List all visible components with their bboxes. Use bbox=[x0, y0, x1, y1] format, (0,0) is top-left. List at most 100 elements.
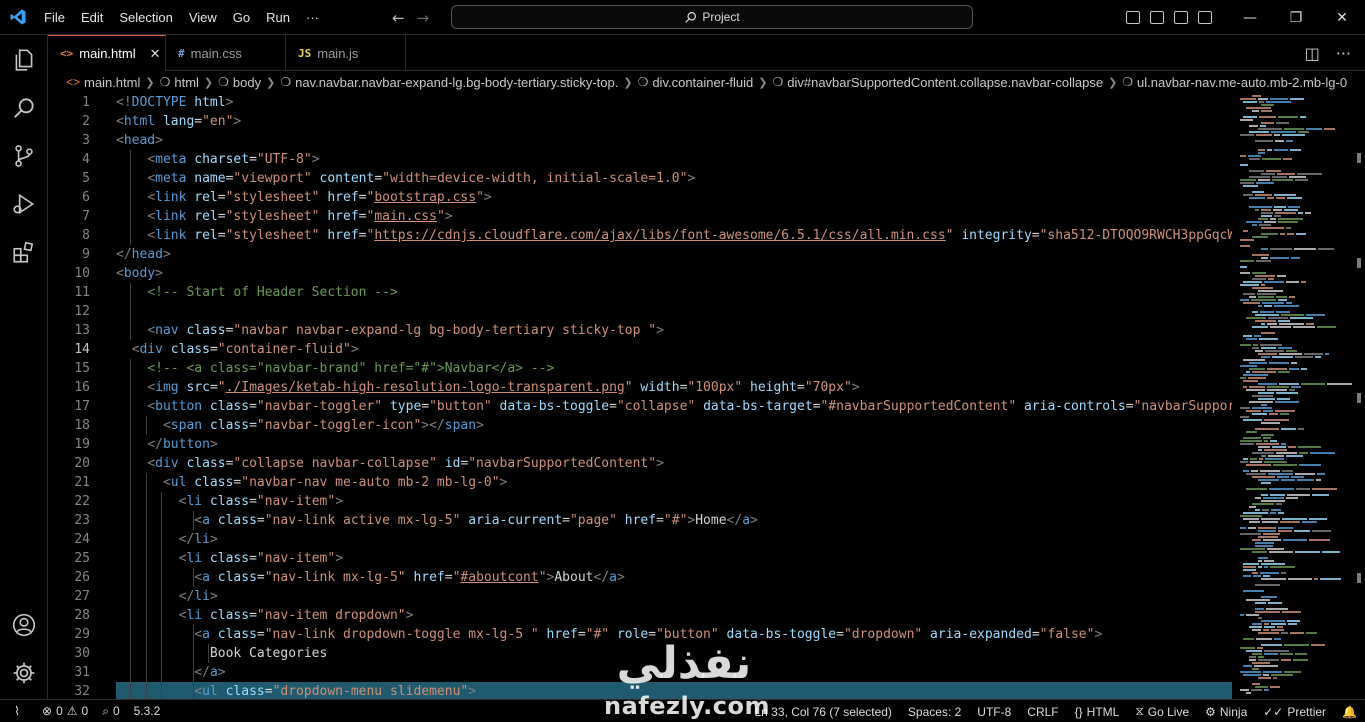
customize-layout-icon[interactable] bbox=[1198, 11, 1212, 24]
encoding[interactable]: UTF-8 bbox=[977, 705, 1011, 719]
cursor-position[interactable]: Ln 33, Col 76 (7 selected) bbox=[755, 705, 892, 719]
explorer-icon[interactable] bbox=[0, 36, 48, 84]
end-of-line[interactable]: CRLF bbox=[1027, 705, 1058, 719]
menu-go[interactable]: Go bbox=[225, 0, 258, 35]
code-line[interactable]: </li> bbox=[116, 587, 1232, 606]
minimap-line bbox=[1283, 539, 1307, 541]
accounts-icon[interactable] bbox=[0, 601, 48, 649]
line-number: 17 bbox=[74, 399, 90, 414]
code-line[interactable]: <!-- <a class="navbar-brand" href="#">Na… bbox=[116, 359, 1232, 378]
code-line[interactable]: <li class="nav-item"> bbox=[116, 492, 1232, 511]
run-debug-icon[interactable] bbox=[0, 180, 48, 228]
code-line[interactable]: Book Categories bbox=[116, 644, 1232, 663]
code-line[interactable]: </a> bbox=[116, 663, 1232, 682]
close-window-icon[interactable]: ✕ bbox=[1319, 0, 1365, 35]
toggle-primary-sidebar-icon[interactable] bbox=[1126, 11, 1140, 24]
code-line[interactable]: <a class="nav-link dropdown-toggle mx-lg… bbox=[116, 625, 1232, 644]
minimap[interactable] bbox=[1232, 93, 1365, 699]
minimap-line bbox=[1258, 128, 1282, 130]
indent-guide bbox=[161, 663, 163, 682]
breadcrumb-collapse[interactable]: ❍ div#navbarSupportedContent.collapse.nav… bbox=[772, 75, 1103, 90]
code-line[interactable]: <a class="nav-link mx-lg-5" href="#about… bbox=[116, 568, 1232, 587]
go-live-button[interactable]: ⧖ Go Live bbox=[1135, 704, 1189, 719]
toggle-panel-icon[interactable] bbox=[1150, 11, 1164, 24]
ports-status[interactable]: ⌕ 0 bbox=[102, 704, 119, 719]
version-status[interactable]: 5.3.2 bbox=[134, 704, 161, 718]
minimap-line bbox=[1306, 128, 1322, 130]
minimap-line bbox=[1261, 455, 1266, 457]
ninja-status[interactable]: ⚙ Ninja bbox=[1205, 705, 1247, 719]
code-line[interactable]: <li class="nav-item"> bbox=[116, 549, 1232, 568]
code-area[interactable]: <!DOCTYPE html> <html lang="en"> <head> <m… bbox=[116, 93, 1232, 699]
code-line[interactable]: <ul class="dropdown-menu slidemenu"> bbox=[116, 682, 1232, 699]
close-icon[interactable]: ✕ bbox=[150, 46, 161, 62]
menu-run[interactable]: Run bbox=[258, 0, 298, 35]
settings-gear-icon[interactable] bbox=[0, 649, 48, 697]
menu-edit[interactable]: Edit bbox=[73, 0, 111, 35]
code-line[interactable]: <span class="navbar-toggler-icon"></span… bbox=[116, 416, 1232, 435]
breadcrumb-container[interactable]: ❍ div.container-fluid bbox=[638, 75, 754, 90]
back-arrow-icon[interactable]: ← bbox=[392, 9, 405, 27]
toggle-secondary-sidebar-icon[interactable] bbox=[1174, 11, 1188, 24]
source-control-icon[interactable] bbox=[0, 132, 48, 180]
code-line[interactable] bbox=[116, 302, 1232, 321]
code-line[interactable]: <div class="collapse navbar-collapse" id… bbox=[116, 454, 1232, 473]
code-editor[interactable]: 1 2 3 4 5 6 7 8 9 10 11 12 13 14 15 16 17 18 19 20 21 22 23 24 2… bbox=[48, 93, 1232, 699]
breadcrumb-ul[interactable]: ❍ ul.navbar-nav.me-auto.mb-2.mb-lg-0 bbox=[1122, 75, 1347, 90]
code-line[interactable]: <ul class="navbar-nav me-auto mb-2 mb-lg… bbox=[116, 473, 1232, 492]
code-line[interactable]: </head> bbox=[116, 245, 1232, 264]
code-line[interactable]: <link rel="stylesheet" href="main.css"> bbox=[116, 207, 1232, 226]
menu-selection[interactable]: Selection bbox=[111, 0, 180, 35]
indent-guide bbox=[145, 568, 147, 587]
more-actions-icon[interactable]: ··· bbox=[1336, 44, 1351, 63]
menu-view[interactable]: View bbox=[181, 0, 225, 35]
prettier-status[interactable]: ✓✓ Prettier bbox=[1263, 705, 1326, 719]
remote-icon[interactable]: ⌇ bbox=[0, 700, 34, 722]
code-line[interactable]: <img src="./Images/ketab-high-resolution… bbox=[116, 378, 1232, 397]
language-mode[interactable]: {} HTML bbox=[1075, 705, 1120, 719]
minimize-icon[interactable]: — bbox=[1227, 0, 1273, 35]
menu-file[interactable]: File bbox=[36, 0, 73, 35]
code-line[interactable]: <link rel="stylesheet" href="https://cdn… bbox=[116, 226, 1232, 245]
breadcrumb-file[interactable]: <> main.html bbox=[66, 75, 140, 90]
breadcrumb-body[interactable]: ❍ body bbox=[218, 75, 261, 90]
code-line[interactable]: <meta name="viewport" content="width=dev… bbox=[116, 169, 1232, 188]
tab-main-css[interactable]: # main.css bbox=[166, 35, 286, 71]
code-line[interactable]: <button class="navbar-toggler" type="but… bbox=[116, 397, 1232, 416]
code-line[interactable]: </li> bbox=[116, 530, 1232, 549]
minimap-line bbox=[1255, 584, 1280, 586]
code-line[interactable]: <!-- Start of Header Section --> bbox=[116, 283, 1232, 302]
tab-main-html[interactable]: <> main.html ✕ bbox=[48, 35, 166, 71]
split-editor-icon[interactable]: ◫ bbox=[1305, 44, 1320, 63]
code-line[interactable]: <li class="nav-item dropdown"> bbox=[116, 606, 1232, 625]
menu-more[interactable]: ··· bbox=[298, 0, 327, 35]
extensions-icon[interactable] bbox=[0, 228, 48, 276]
code-line[interactable]: <div class="container-fluid"> bbox=[116, 340, 1232, 359]
code-line[interactable]: <!DOCTYPE html> bbox=[116, 93, 1232, 112]
code-line[interactable]: <body> bbox=[116, 264, 1232, 283]
code-line[interactable]: <link rel="stylesheet" href="bootstrap.c… bbox=[116, 188, 1232, 207]
code-line[interactable]: <head> bbox=[116, 131, 1232, 150]
minimap-line bbox=[1261, 404, 1267, 406]
minimap-line bbox=[1258, 536, 1278, 538]
breadcrumb-nav[interactable]: ❍ nav.navbar.navbar-expand-lg.bg-body-ter… bbox=[280, 75, 618, 90]
search-icon[interactable] bbox=[0, 84, 48, 132]
tab-main-js[interactable]: JS main.js bbox=[286, 35, 406, 71]
code-line[interactable]: <nav class="navbar navbar-expand-lg bg-b… bbox=[116, 321, 1232, 340]
problems-status[interactable]: ⊗ 0 ⚠ 0 bbox=[42, 704, 88, 718]
code-line[interactable]: <meta charset="UTF-8"> bbox=[116, 150, 1232, 169]
breadcrumb-html[interactable]: ❍ html bbox=[160, 75, 199, 90]
minimap-line bbox=[1249, 656, 1256, 658]
command-center-search[interactable]: Project bbox=[451, 5, 973, 29]
minimap-line bbox=[1262, 302, 1284, 304]
restore-icon[interactable]: ❐ bbox=[1273, 0, 1319, 35]
line-number: 10 bbox=[74, 266, 90, 281]
code-line[interactable]: <html lang="en"> bbox=[116, 112, 1232, 131]
code-line[interactable]: <a class="nav-link active mx-lg-5" aria-… bbox=[116, 511, 1232, 530]
code-line[interactable]: </button> bbox=[116, 435, 1232, 454]
minimap-line bbox=[1264, 440, 1268, 442]
minimap-line bbox=[1271, 131, 1296, 133]
forward-arrow-icon[interactable]: → bbox=[417, 9, 430, 27]
notifications-bell-icon[interactable]: 🔔 bbox=[1342, 705, 1357, 719]
indentation[interactable]: Spaces: 2 bbox=[908, 705, 961, 719]
